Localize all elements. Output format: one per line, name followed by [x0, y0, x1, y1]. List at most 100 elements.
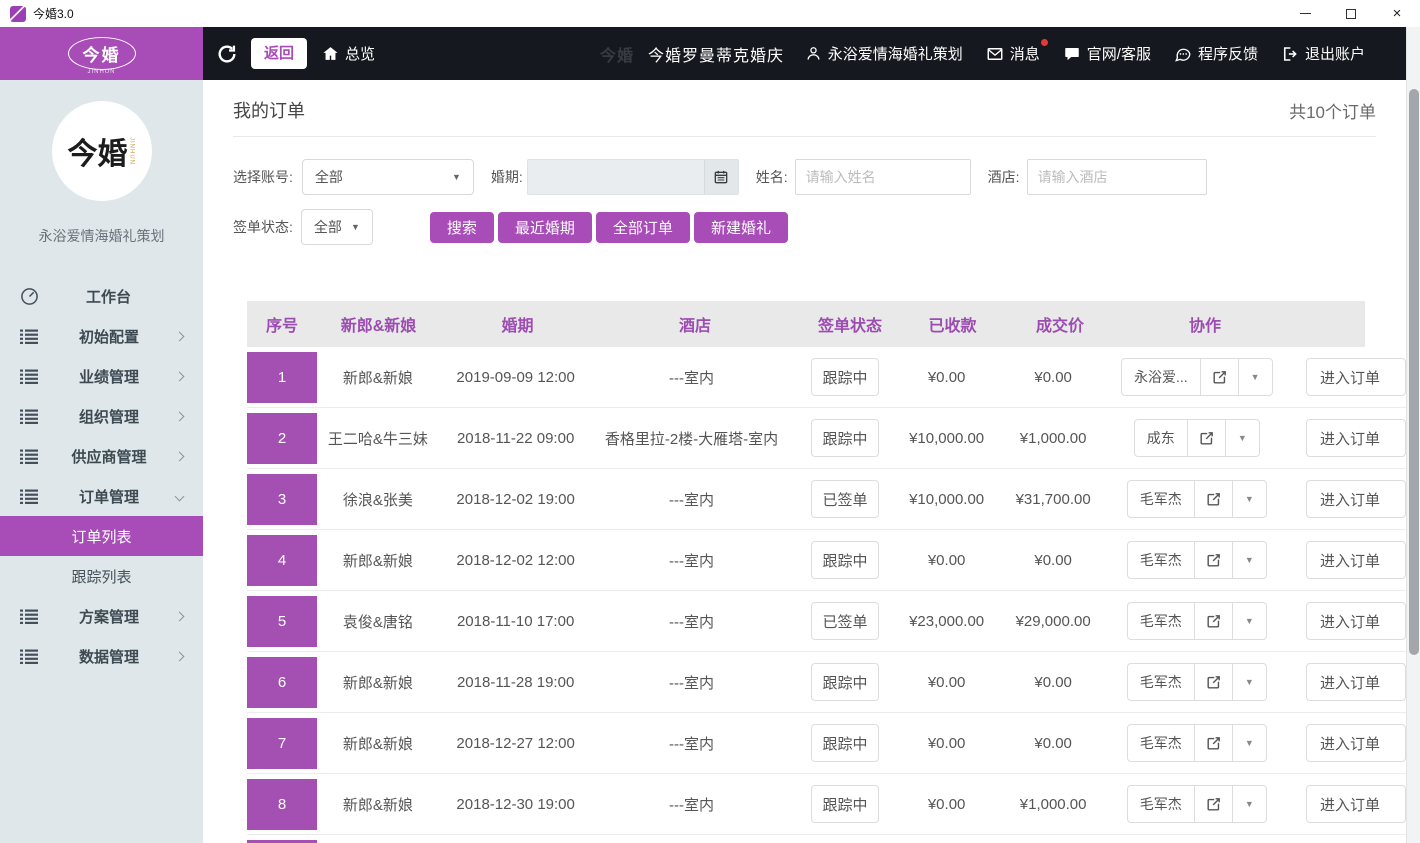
share-button[interactable] [1200, 359, 1238, 395]
sidebar-subitem-6[interactable]: 订单列表 [0, 516, 203, 556]
share-button[interactable] [1194, 603, 1232, 639]
enter-order-button[interactable]: 进入订单 [1306, 419, 1406, 457]
share-button[interactable] [1194, 542, 1232, 578]
scrollbar-thumb[interactable] [1409, 89, 1419, 655]
share-button[interactable] [1194, 664, 1232, 700]
collab-button-group: 毛军杰 ▼ [1127, 480, 1267, 518]
list-icon [20, 449, 38, 464]
account-menu[interactable]: 永浴爱情海婚礼策划 [805, 43, 963, 64]
enter-order-button[interactable]: 进入订单 [1306, 480, 1406, 518]
support-button[interactable]: 官网/客服 [1063, 43, 1151, 64]
calendar-icon [713, 169, 729, 185]
row-number: 4 [247, 535, 317, 586]
deal-price: ¥31,700.00 [994, 491, 1113, 508]
feedback-button[interactable]: 程序反馈 [1174, 43, 1258, 64]
calendar-button[interactable] [704, 160, 738, 194]
collab-dropdown-toggle[interactable]: ▼ [1232, 603, 1266, 639]
name-input[interactable] [795, 159, 971, 195]
enter-order-button[interactable]: 进入订单 [1306, 602, 1406, 640]
sidebar-item-1[interactable]: 初始配置 [0, 316, 203, 356]
row-number-wrap: 6 [247, 657, 317, 708]
status-select[interactable]: 全部 ▼ [301, 209, 373, 245]
share-button[interactable] [1194, 725, 1232, 761]
overview-button[interactable]: 总览 [322, 43, 375, 64]
collaborator-button[interactable]: 毛军杰 [1128, 664, 1194, 700]
status-cell: 跟踪中 [791, 724, 900, 762]
status-badge: 跟踪中 [811, 663, 879, 701]
collab-dropdown-toggle[interactable]: ▼ [1232, 542, 1266, 578]
enter-order-button[interactable]: 进入订单 [1306, 541, 1406, 579]
sidebar-item-label: 方案管理 [42, 606, 176, 627]
status-cell: 跟踪中 [791, 541, 900, 579]
maximize-button[interactable] [1328, 0, 1374, 27]
logout-button[interactable]: 退出账户 [1281, 43, 1365, 64]
sidebar-menu: 工作台初始配置业绩管理组织管理供应商管理订单管理订单列表跟踪列表方案管理数据管理 [0, 276, 203, 676]
hotel-name: ---室内 [592, 794, 790, 815]
collaborator-button[interactable]: 永浴爱... [1122, 359, 1200, 395]
sidebar-item-8[interactable]: 方案管理 [0, 596, 203, 636]
status-badge: 跟踪中 [811, 358, 879, 396]
sidebar-item-9[interactable]: 数据管理 [0, 636, 203, 676]
collaborator-button[interactable]: 毛军杰 [1128, 725, 1194, 761]
collab-button-group: 毛军杰 ▼ [1127, 663, 1267, 701]
sidebar-item-4[interactable]: 供应商管理 [0, 436, 203, 476]
collaborator-button[interactable]: 毛军杰 [1128, 542, 1194, 578]
table-row: ▼进入订单 [247, 835, 1406, 843]
header-date: 婚期 [440, 312, 595, 336]
enter-order-button[interactable]: 进入订单 [1306, 785, 1406, 823]
collaborator-button[interactable]: 毛军杰 [1128, 481, 1194, 517]
user-icon [805, 45, 822, 62]
back-button[interactable]: 返回 [251, 38, 307, 69]
collab-button-group: 永浴爱... ▼ [1121, 358, 1273, 396]
received-amount: ¥10,000.00 [900, 430, 994, 447]
sidebar-item-3[interactable]: 组织管理 [0, 396, 203, 436]
deal-price: ¥0.00 [994, 674, 1113, 691]
refresh-button[interactable] [216, 43, 238, 65]
window-title: 今婚3.0 [33, 5, 74, 22]
messages-button[interactable]: 消息 [986, 43, 1040, 64]
sidebar-item-label: 初始配置 [42, 326, 176, 347]
collab-dropdown-toggle[interactable]: ▼ [1232, 725, 1266, 761]
deal-price: ¥0.00 [994, 735, 1113, 752]
collab-dropdown-toggle[interactable]: ▼ [1232, 786, 1266, 822]
account-select-value: 全部 [315, 167, 343, 187]
search-button[interactable]: 搜索 [430, 212, 494, 243]
row-number: 7 [247, 718, 317, 769]
share-button[interactable] [1194, 481, 1232, 517]
collab-dropdown-toggle[interactable]: ▼ [1232, 481, 1266, 517]
collaborator-button[interactable]: 毛军杰 [1128, 786, 1194, 822]
sidebar-item-0[interactable]: 工作台 [0, 276, 203, 316]
sidebar-subitem-7[interactable]: 跟踪列表 [0, 556, 203, 596]
account-select[interactable]: 全部 ▼ [302, 159, 474, 195]
collaborator-button[interactable]: 成东 [1135, 420, 1187, 456]
status-cell: 跟踪中 [791, 419, 900, 457]
sidebar-item-2[interactable]: 业绩管理 [0, 356, 203, 396]
share-button[interactable] [1194, 786, 1232, 822]
list-icon-wrap [20, 609, 42, 624]
order-count: 共10个订单 [1289, 98, 1376, 123]
minimize-button[interactable] [1282, 0, 1328, 27]
date-filter-label: 婚期: [491, 167, 523, 187]
enter-order-button[interactable]: 进入订单 [1306, 724, 1406, 762]
new-wedding-button[interactable]: 新建婚礼 [694, 212, 788, 243]
company-title: 今婚罗曼蒂克婚庆 [648, 42, 784, 66]
feedback-label: 程序反馈 [1198, 43, 1258, 64]
share-button[interactable] [1187, 420, 1225, 456]
collab-dropdown-toggle[interactable]: ▼ [1238, 359, 1272, 395]
close-button[interactable]: × [1374, 0, 1420, 27]
sidebar-item-5[interactable]: 订单管理 [0, 476, 203, 516]
wedding-date-input[interactable] [527, 159, 739, 195]
list-icon [20, 649, 38, 664]
share-icon [1211, 369, 1228, 386]
vertical-scrollbar[interactable] [1406, 27, 1420, 843]
all-orders-button[interactable]: 全部订单 [596, 212, 690, 243]
hotel-input[interactable] [1027, 159, 1207, 195]
collaborator-button[interactable]: 毛军杰 [1128, 603, 1194, 639]
status-badge: 跟踪中 [811, 785, 879, 823]
enter-order-button[interactable]: 进入订单 [1306, 663, 1406, 701]
collab-dropdown-toggle[interactable]: ▼ [1225, 420, 1259, 456]
wedding-date: 2018-12-27 12:00 [439, 735, 593, 752]
collab-dropdown-toggle[interactable]: ▼ [1232, 664, 1266, 700]
recent-weddings-button[interactable]: 最近婚期 [498, 212, 592, 243]
enter-order-button[interactable]: 进入订单 [1306, 358, 1406, 396]
